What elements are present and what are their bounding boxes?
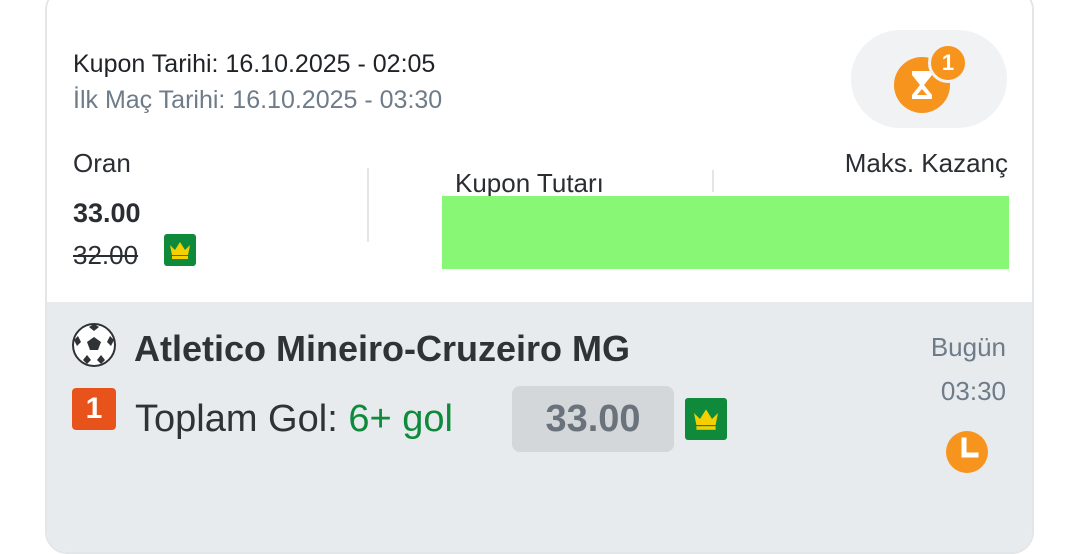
coupon-card: Kupon Tarihi: 16.10.2025 - 02:05 İlk Maç…: [45, 0, 1034, 554]
pending-status-button[interactable]: 1: [851, 30, 1007, 128]
first-match-date: İlk Maç Tarihi: 16.10.2025 - 03:30: [73, 86, 443, 114]
clock-icon: [946, 431, 988, 473]
match-day: Bugün: [930, 332, 1006, 362]
coupon-header: Kupon Tarihi: 16.10.2025 - 02:05 İlk Maç…: [47, 0, 1032, 302]
total-odds-value: 33.00: [73, 198, 141, 228]
column-divider: [367, 168, 369, 242]
selection-odds[interactable]: 33.00: [512, 386, 674, 452]
odds-label: Oran: [73, 148, 131, 178]
coupon-date: Kupon Tarihi: 16.10.2025 - 02:05: [73, 50, 436, 78]
crown-icon: [164, 234, 196, 266]
stake-label: Kupon Tutarı: [455, 168, 604, 198]
match-index-badge: 1: [72, 388, 116, 430]
max-win-label: Maks. Kazanç: [844, 148, 1008, 178]
market-label: Toplam Gol:: [135, 398, 338, 440]
previous-odds-value: 32.00: [73, 240, 139, 270]
pending-count-badge: 1: [928, 43, 968, 83]
match-row[interactable]: Atletico Mineiro-Cruzeiro MG 1 Toplam Go…: [47, 302, 1032, 552]
match-time: 03:30: [940, 376, 1006, 406]
market-text: Toplam Gol: 6+ gol: [135, 398, 453, 441]
column-divider: [712, 170, 714, 192]
selection-label: 6+ gol: [348, 398, 453, 440]
soccer-ball-icon: [72, 323, 116, 367]
crown-icon: [685, 398, 727, 440]
redacted-amounts: [442, 196, 1009, 269]
match-title: Atletico Mineiro-Cruzeiro MG: [134, 328, 631, 369]
